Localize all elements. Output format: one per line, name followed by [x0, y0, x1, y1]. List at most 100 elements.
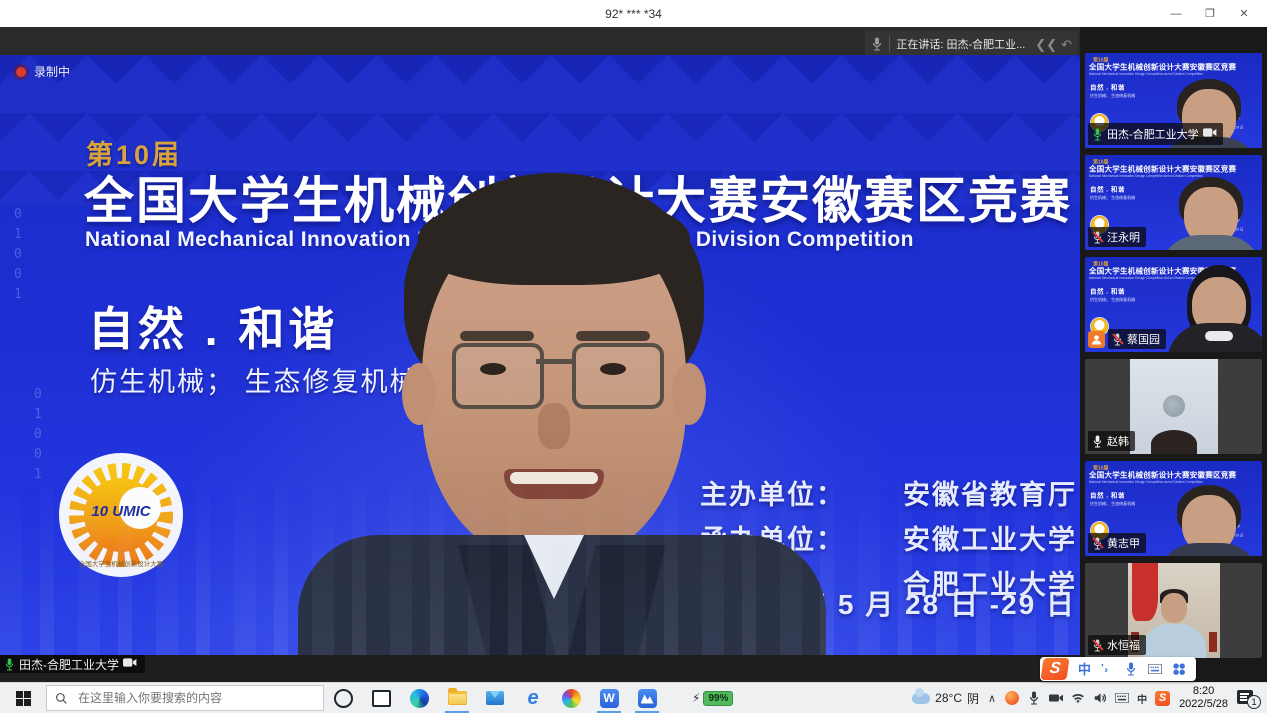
- meeting-window: 正在讲话: 田杰-合肥工业... ❮❮ ↶ 录制中 0 1 0 0 1 0 1 0…: [0, 27, 1267, 683]
- tray-mic-icon[interactable]: [1027, 691, 1041, 705]
- taskbar-app-wps[interactable]: W: [590, 683, 628, 713]
- ime-keyboard-icon[interactable]: [1148, 662, 1162, 676]
- participant-thumbnail[interactable]: 第10届 全国大学生机械创新设计大赛安徽赛区竞赛 National Mechan…: [1085, 461, 1262, 556]
- speaker-neck: [504, 533, 604, 603]
- taskbar-app-mail[interactable]: [476, 683, 514, 713]
- ime-toolbar[interactable]: S 中 ’，: [1040, 657, 1196, 681]
- volume-icon[interactable]: [1093, 691, 1107, 705]
- window-titlebar: 92* *** *34 — ❐ ✕: [0, 0, 1267, 28]
- participant-thumbnail[interactable]: 第10届 全国大学生机械创新设计大赛安徽赛区竞赛 National Mechan…: [1085, 257, 1262, 352]
- participant-thumbnail[interactable]: 赵韩: [1085, 359, 1262, 454]
- mini-slogan: 自然 . 和谐: [1090, 286, 1125, 296]
- host-name-1: 安徽工业大学: [903, 518, 1077, 557]
- mic-muted-icon: [1092, 537, 1103, 550]
- clock[interactable]: 8:20 2022/5/28: [1179, 685, 1228, 711]
- camera-icon: [1203, 125, 1217, 143]
- taskbar-app-pinwheel[interactable]: [552, 683, 590, 713]
- participant-figure: [1181, 265, 1257, 352]
- speaker-ear: [672, 363, 706, 425]
- stage-top-strip: 正在讲话: 田杰-合肥工业... ❮❮ ↶: [0, 27, 1080, 55]
- speaker-figure: [292, 173, 832, 655]
- red-flag: [1132, 563, 1158, 621]
- host-name-2: 合肥工业大学: [903, 563, 1077, 602]
- participant-name: 汪永明: [1107, 229, 1140, 245]
- battery-indicator[interactable]: ⚡ 99%: [692, 691, 733, 706]
- task-view-button[interactable]: [362, 683, 400, 713]
- tray-app-icon[interactable]: [1005, 691, 1019, 705]
- mic-on-icon: [1092, 435, 1103, 448]
- wifi-icon[interactable]: [1071, 691, 1085, 705]
- recording-label: 录制中: [34, 63, 70, 80]
- search-input[interactable]: [76, 690, 315, 706]
- ceiling-light: [1163, 395, 1185, 417]
- speaker-glasses: [452, 343, 544, 409]
- speaking-label: 正在讲话: 田杰-合肥工业...: [896, 36, 1025, 52]
- participant-sidebar: 第10届 全国大学生机械创新设计大赛安徽赛区竞赛 National Mechan…: [1080, 27, 1267, 683]
- ime-language-badge[interactable]: 中: [1137, 691, 1147, 706]
- taskbar-app-browser[interactable]: e: [514, 683, 552, 713]
- taskbar-app-explorer[interactable]: [438, 683, 476, 713]
- speaker-lapel: [568, 545, 665, 655]
- mini-slogan: 自然 . 和谐: [1090, 184, 1125, 194]
- organizer-name: 安徽省教育厅: [903, 473, 1077, 512]
- main-video-feed: 录制中 0 1 0 0 1 0 1 0 0 1 第10届 全国大学生机械创新设计…: [0, 55, 1080, 655]
- participant-thumbnail[interactable]: 第10届 全国大学生机械创新设计大赛安徽赛区竞赛 National Mechan…: [1085, 155, 1262, 250]
- participant-thumbnail[interactable]: 水恒福: [1085, 563, 1262, 658]
- keyboard-icon[interactable]: [1115, 691, 1129, 705]
- taskbar-app-meeting[interactable]: [628, 683, 666, 713]
- minimize-button[interactable]: —: [1159, 0, 1193, 27]
- mini-title: 全国大学生机械创新设计大赛安徽赛区竞赛: [1089, 164, 1236, 175]
- meeting-app-icon: [638, 689, 657, 708]
- plug-icon: ⚡: [692, 691, 700, 705]
- taskbar-right: 28°C 阴 ∧ 中 S 8:20 2022/5/28 1: [912, 685, 1267, 711]
- reaction-arrows[interactable]: ❮❮ ↶: [1035, 38, 1072, 51]
- recording-indicator: 录制中: [16, 63, 70, 80]
- participant-figure: [1151, 430, 1197, 454]
- tray-expand-chevron[interactable]: ∧: [988, 692, 996, 705]
- notification-badge: 1: [1247, 695, 1261, 709]
- ime-mic-icon[interactable]: [1124, 662, 1138, 676]
- participant-thumbnail[interactable]: 第10届 全国大学生机械创新设计大赛安徽赛区竞赛 National Mechan…: [1085, 53, 1262, 148]
- arrow-icon: ❮❮: [1035, 38, 1057, 51]
- weather-condition: 阴: [967, 690, 979, 707]
- ime-toolbox-icon[interactable]: [1172, 662, 1186, 676]
- action-center-button[interactable]: 1: [1237, 689, 1259, 707]
- window-controls: — ❐ ✕: [1159, 0, 1261, 27]
- start-button[interactable]: [0, 683, 46, 713]
- mini-title: 全国大学生机械创新设计大赛安徽赛区竞赛: [1089, 62, 1236, 73]
- participant-figure: [1161, 593, 1187, 623]
- organizer-label: 主办单位：: [700, 473, 875, 512]
- sogou-logo-icon[interactable]: S: [1040, 658, 1069, 680]
- search-icon: [55, 692, 68, 705]
- self-name: 田杰-合肥工业大学: [19, 656, 119, 673]
- tray-camera-icon[interactable]: [1049, 691, 1063, 705]
- speaker-mic-icon: [871, 37, 883, 51]
- wps-icon: W: [600, 689, 619, 708]
- mini-slogan: 自然 . 和谐: [1090, 490, 1125, 500]
- logo-ring-text: 全国大学生机械创新设计大赛: [79, 559, 164, 568]
- speaker-fringe: [418, 193, 690, 285]
- weather-widget[interactable]: 28°C 阴: [912, 690, 979, 707]
- sogou-tray-icon[interactable]: S: [1155, 691, 1170, 706]
- mic-on-icon: [1092, 128, 1103, 141]
- participant-name: 赵韩: [1107, 433, 1129, 449]
- mini-slogan-sub: 仿生机械； 生态修复机械: [1090, 195, 1135, 201]
- speaking-indicator[interactable]: 正在讲话: 田杰-合肥工业... ❮❮ ↶: [865, 31, 1078, 57]
- cortana-button[interactable]: [324, 683, 362, 713]
- taskbar-app-edge[interactable]: [400, 683, 438, 713]
- close-button[interactable]: ✕: [1227, 0, 1261, 27]
- speaker-eye: [480, 363, 506, 375]
- speaker-eyebrow: [576, 331, 650, 341]
- reply-arrow-icon: ↶: [1061, 38, 1072, 51]
- ime-punctuation-toggle[interactable]: ’，: [1101, 664, 1114, 674]
- edge-icon: [410, 689, 429, 708]
- event-dates: 2022 年 5 月 28 日 -29 日: [718, 583, 1076, 623]
- restore-button[interactable]: ❐: [1193, 0, 1227, 27]
- speaker-ear: [402, 363, 436, 425]
- cortana-icon: [334, 689, 353, 708]
- participant-figure: [1173, 177, 1249, 250]
- taskbar-search[interactable]: [46, 685, 324, 711]
- ime-mode-toggle[interactable]: 中: [1078, 663, 1091, 676]
- speaker-shirt: [524, 535, 584, 599]
- binary-decoration: 0 1 0 0 1: [34, 385, 42, 485]
